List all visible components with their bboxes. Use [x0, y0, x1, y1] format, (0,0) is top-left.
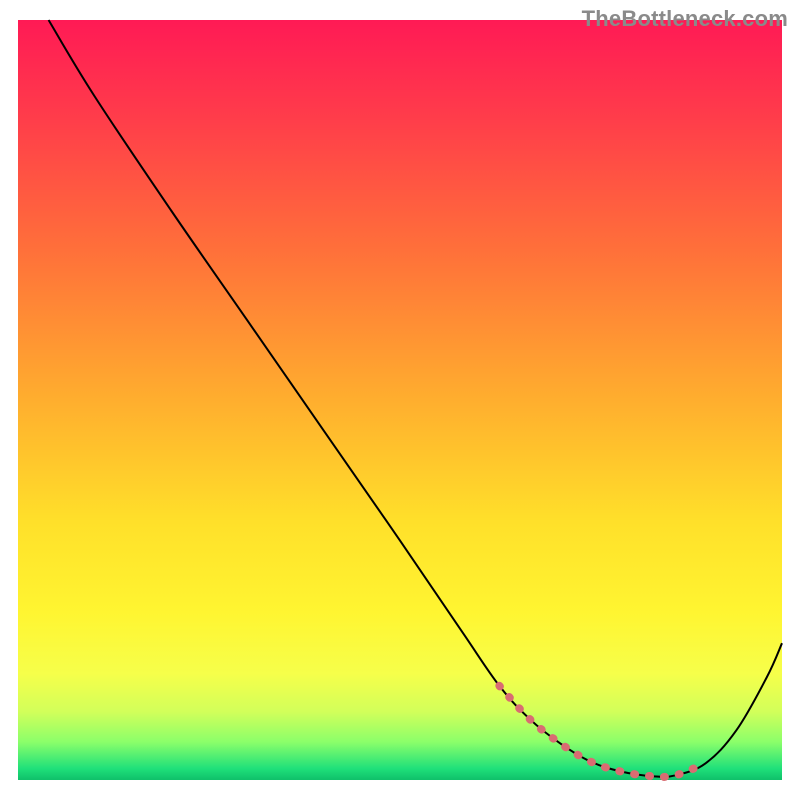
chart-svg	[0, 0, 800, 800]
gradient-background	[18, 20, 782, 780]
chart-container: TheBottleneck.com	[0, 0, 800, 800]
watermark-text: TheBottleneck.com	[582, 6, 788, 32]
